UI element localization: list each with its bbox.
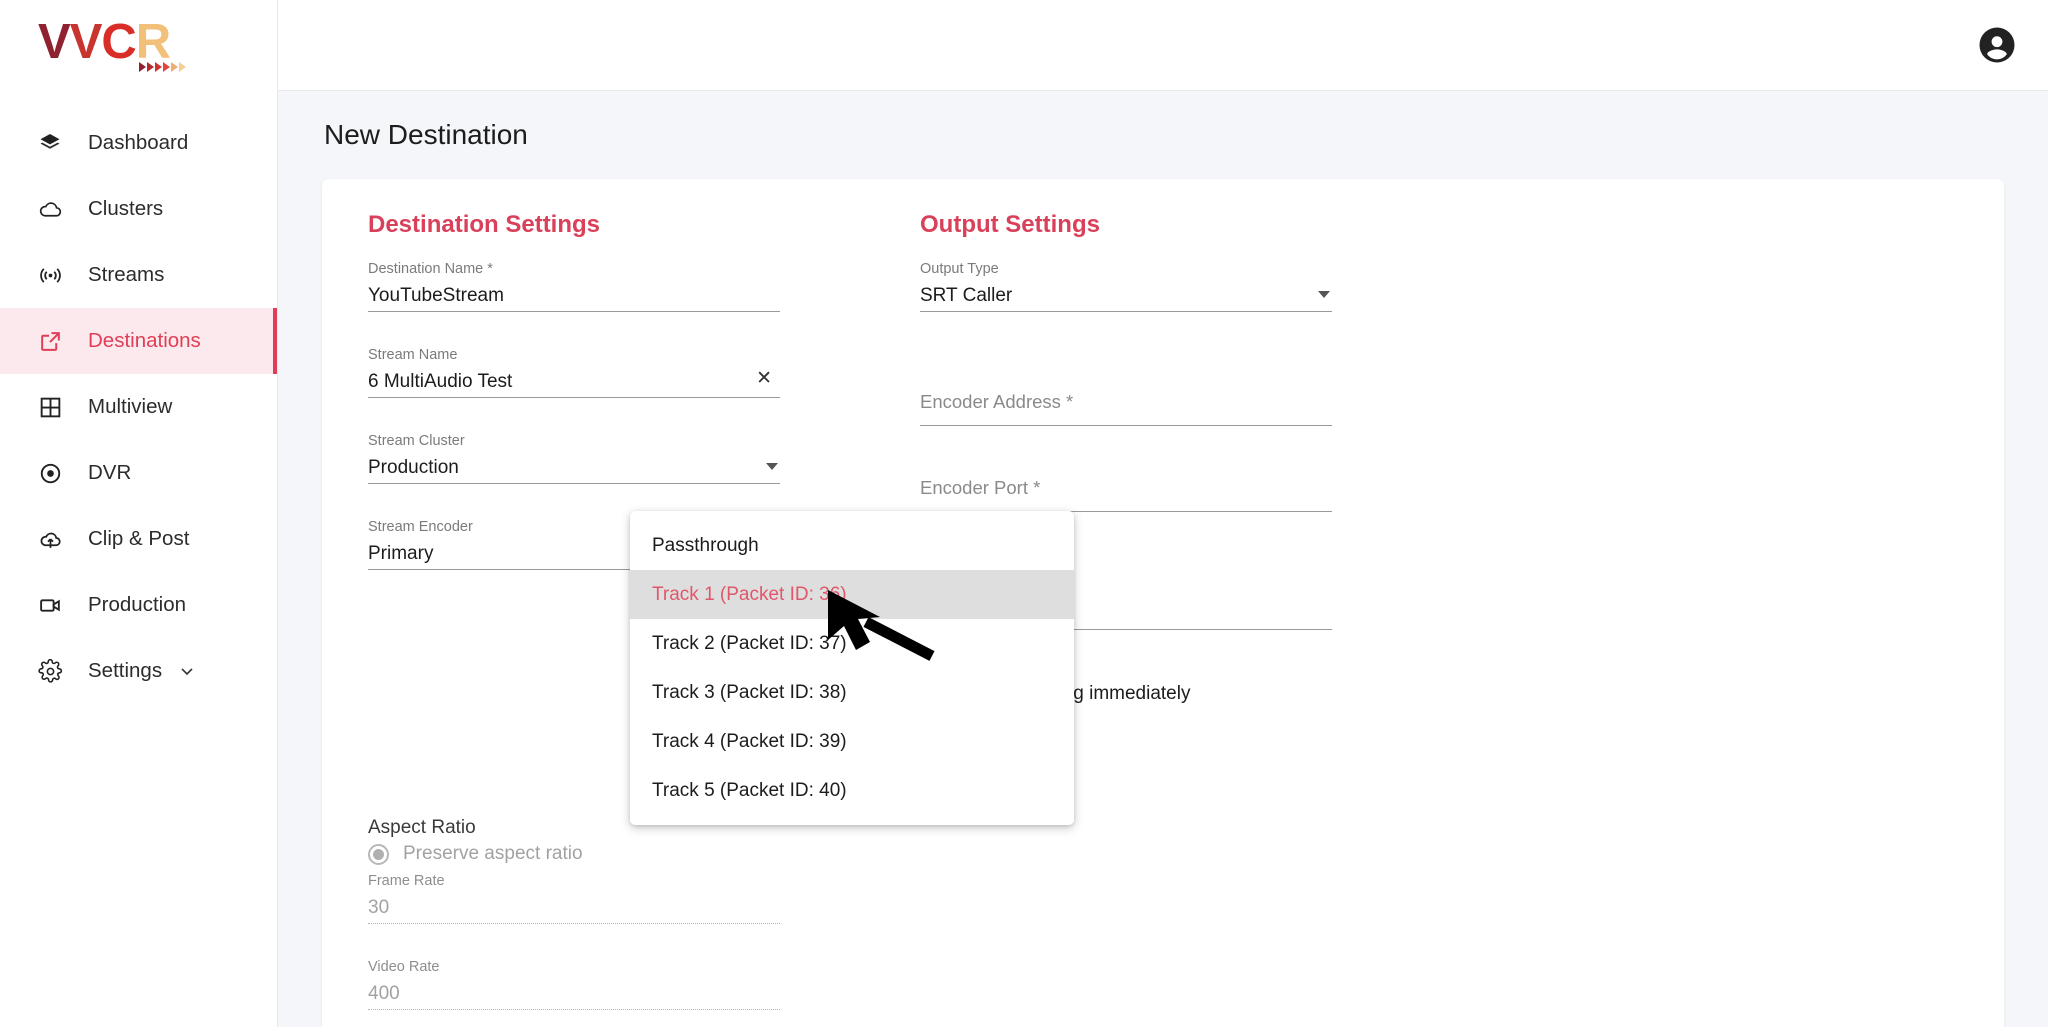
account-circle-icon[interactable] [1976, 24, 2018, 66]
sidebar-item-clusters[interactable]: Clusters [0, 176, 277, 242]
encoder-address-input[interactable]: Encoder Address * [920, 369, 1332, 425]
video-rate-label: Video Rate [368, 959, 440, 975]
sidebar-item-label: Production [88, 593, 187, 616]
sidebar: VVCR Dashboard Clusters Streams Destinat… [0, 0, 278, 1027]
radio-selected-icon [368, 843, 389, 865]
sidebar-item-label: Dashboard [88, 131, 189, 154]
grid-icon [38, 395, 68, 420]
record-circle-icon [38, 461, 68, 486]
dropdown-option[interactable]: Track 5 (Packet ID: 40) [630, 766, 1074, 815]
sidebar-item-label: Multiview [88, 395, 173, 418]
encoder-address-field[interactable]: Encoder Address * [920, 369, 1332, 447]
output-type-field[interactable]: Output Type SRT Caller [920, 261, 1332, 339]
sidebar-item-label: Settings [88, 659, 163, 682]
field-underline [920, 425, 1332, 426]
field-underline [368, 397, 780, 398]
stream-cluster-label: Stream Cluster [368, 433, 465, 449]
gear-icon [38, 658, 68, 684]
frame-rate-label: Frame Rate [368, 873, 445, 889]
sidebar-nav: Dashboard Clusters Streams Destinations … [0, 110, 277, 704]
destination-form-card: Destination Settings Destination Name * … [322, 179, 2004, 1027]
app-logo[interactable]: VVCR [0, 0, 277, 92]
cloud-upload-icon [38, 527, 68, 552]
sidebar-item-label: Destinations [88, 329, 201, 352]
field-underline [368, 1009, 780, 1010]
field-underline [368, 311, 780, 312]
sidebar-item-label: DVR [88, 461, 132, 484]
dropdown-option[interactable]: Passthrough [630, 521, 1074, 570]
cloud-icon [38, 197, 68, 222]
sidebar-item-streams[interactable]: Streams [0, 242, 277, 308]
logo-wordmark: VVCR [38, 18, 188, 67]
top-bar [278, 0, 2048, 91]
stream-cluster-value[interactable]: Production [368, 453, 780, 483]
page-title: New Destination [324, 119, 528, 150]
dropdown-option[interactable]: Track 2 (Packet ID: 37) [630, 619, 1074, 668]
dropdown-option-selected[interactable]: Track 1 (Packet ID: 36) [630, 570, 1074, 619]
sidebar-item-settings[interactable]: Settings [0, 638, 277, 704]
main-area: New Destination Destination Settings Des… [278, 0, 2048, 1027]
sidebar-item-label: Streams [88, 263, 165, 286]
logo-letter-4: R [135, 15, 171, 69]
output-type-label: Output Type [920, 261, 999, 277]
chevron-down-icon[interactable] [1318, 291, 1330, 298]
frame-rate-value: 30 [368, 897, 390, 918]
stream-name-field[interactable]: Stream Name 6 MultiAudio Test ✕ [368, 347, 780, 425]
sidebar-item-label: Clusters [88, 197, 164, 220]
video-rate-value: 400 [368, 983, 400, 1004]
stream-encoder-dropdown-menu[interactable]: Passthrough Track 1 (Packet ID: 36) Trac… [630, 511, 1074, 825]
chevron-down-icon[interactable] [177, 661, 197, 681]
logo-letter-3: C [101, 15, 136, 69]
sidebar-item-dvr[interactable]: DVR [0, 440, 277, 506]
logo-chevrons-icon [139, 62, 186, 72]
sidebar-item-destinations[interactable]: Destinations [0, 308, 277, 374]
field-underline [368, 923, 780, 924]
frame-rate-field: Frame Rate 30 [368, 873, 780, 951]
output-settings-heading: Output Settings [920, 211, 1100, 238]
close-icon[interactable]: ✕ [756, 369, 772, 388]
video-rate-field: Video Rate 400 [368, 959, 780, 1027]
destination-name-field[interactable]: Destination Name * YouTubeStream [368, 261, 780, 339]
logo-letter-2: V [69, 15, 103, 69]
layers-icon [38, 131, 68, 155]
external-link-icon [38, 329, 68, 354]
destination-name-input[interactable]: YouTubeStream [368, 281, 780, 311]
sidebar-item-clip-and-post[interactable]: Clip & Post [0, 506, 277, 572]
stream-name-input[interactable]: 6 MultiAudio Test [368, 367, 780, 397]
field-underline [920, 311, 1332, 312]
dropdown-option[interactable]: Track 3 (Packet ID: 38) [630, 668, 1074, 717]
preserve-aspect-ratio-radio[interactable]: Preserve aspect ratio [368, 843, 780, 865]
encoder-port-input[interactable]: Encoder Port * [920, 455, 1332, 511]
broadcast-icon [38, 263, 68, 288]
preserve-aspect-ratio-label: Preserve aspect ratio [403, 843, 583, 864]
destination-name-label: Destination Name * [368, 261, 493, 277]
page-content: New Destination Destination Settings Des… [278, 91, 2048, 1027]
field-underline [368, 483, 780, 484]
logo-letter-1: V [38, 15, 71, 69]
dropdown-option[interactable]: Track 4 (Packet ID: 39) [630, 717, 1074, 766]
output-type-value[interactable]: SRT Caller [920, 281, 1332, 311]
sidebar-item-label: Clip & Post [88, 527, 190, 550]
sidebar-item-dashboard[interactable]: Dashboard [0, 110, 277, 176]
destination-settings-heading: Destination Settings [368, 211, 601, 238]
chevron-down-icon[interactable] [766, 463, 778, 470]
app-root: VVCR Dashboard Clusters Streams Destinat… [0, 0, 2048, 1027]
stream-name-label: Stream Name [368, 347, 458, 363]
sidebar-item-production[interactable]: Production [0, 572, 277, 638]
video-camera-icon [38, 593, 68, 618]
sidebar-item-multiview[interactable]: Multiview [0, 374, 277, 440]
stream-cluster-field[interactable]: Stream Cluster Production [368, 433, 780, 511]
